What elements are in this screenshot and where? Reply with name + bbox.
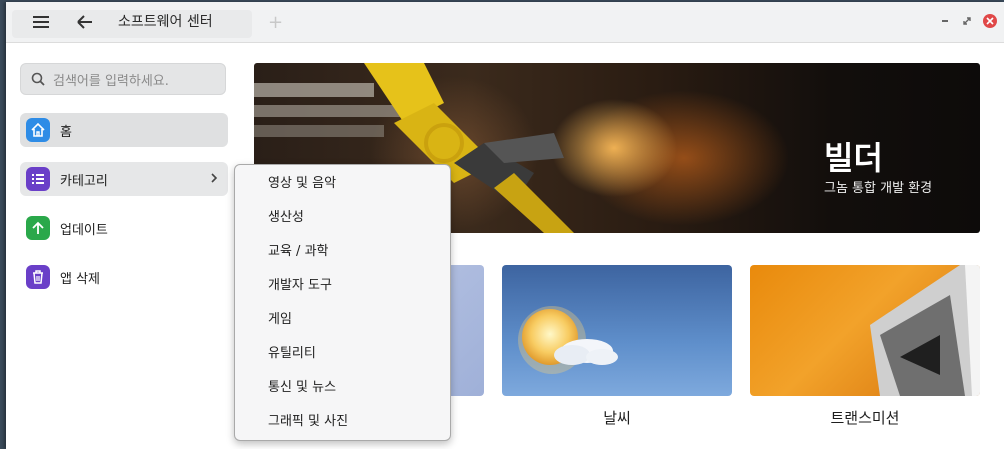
menu-item-productivity[interactable]: 생산성 (235, 203, 450, 233)
search-input[interactable]: 검색어를 입력하세요. (20, 63, 226, 95)
home-icon (26, 118, 50, 142)
sidebar-item-label: 업데이트 (60, 222, 108, 238)
close-icon (983, 14, 997, 28)
app-tile-transmission[interactable] (750, 265, 980, 396)
app-tile-label: 트랜스미션 (830, 409, 900, 427)
hamburger-icon (33, 16, 49, 28)
sidebar: 검색어를 입력하세요. 홈 카테고리 업데이트 앱 삭제 (6, 43, 246, 449)
sidebar-item-label: 카테고리 (60, 173, 108, 189)
minimize-button[interactable] (936, 12, 954, 30)
app-tile-weather[interactable] (502, 265, 732, 396)
search-icon (31, 72, 45, 86)
menu-item-communication-news[interactable]: 통신 및 뉴스 (235, 373, 450, 403)
arrow-up-icon (26, 216, 50, 240)
menu-item-utilities[interactable]: 유틸리티 (235, 339, 450, 369)
sidebar-item-home[interactable]: 홈 (20, 113, 228, 147)
sidebar-item-label: 앱 삭제 (60, 271, 101, 287)
minimize-icon (942, 20, 948, 22)
category-menu: 영상 및 음악 생산성 교육 / 과학 개발자 도구 게임 유틸리티 통신 및 … (234, 164, 451, 441)
menu-item-video-music[interactable]: 영상 및 음악 (235, 169, 450, 199)
app-tile-label: 날씨 (603, 409, 631, 427)
menu-item-games[interactable]: 게임 (235, 305, 450, 335)
window-title: 소프트웨어 센터 (118, 14, 213, 30)
restore-icon (963, 17, 971, 25)
title-bar: + 소프트웨어 센터 (6, 2, 1004, 43)
restore-button[interactable] (958, 12, 976, 30)
sidebar-item-updates[interactable]: 업데이트 (20, 211, 228, 245)
menu-item-developer-tools[interactable]: 개발자 도구 (235, 271, 450, 301)
hamburger-menu-button[interactable] (26, 8, 56, 36)
sidebar-item-label: 홈 (60, 124, 72, 140)
close-button[interactable] (981, 12, 999, 30)
menu-item-graphics-photo[interactable]: 그래픽 및 사진 (235, 407, 450, 437)
menu-item-education-science[interactable]: 교육 / 과학 (235, 237, 450, 267)
banner-title: 빌더 (824, 139, 883, 177)
software-center-window: + 소프트웨어 센터 검색어를 입력하세요. 홈 카테고리 업데이트 앱 삭제 … (6, 2, 1004, 449)
chevron-right-icon (211, 173, 218, 183)
transmission-icon (870, 265, 980, 396)
sidebar-item-categories[interactable]: 카테고리 (20, 162, 228, 196)
weather-icon (518, 306, 618, 374)
list-icon (26, 167, 50, 191)
back-button[interactable] (70, 8, 100, 36)
new-tab-plus-icon: + (268, 12, 284, 33)
search-placeholder: 검색어를 입력하세요. (53, 73, 169, 89)
sidebar-item-uninstall[interactable]: 앱 삭제 (20, 260, 228, 294)
arrow-left-icon (77, 15, 92, 29)
banner-subtitle: 그놈 통합 개발 환경 (824, 181, 933, 196)
trash-icon (26, 265, 50, 289)
